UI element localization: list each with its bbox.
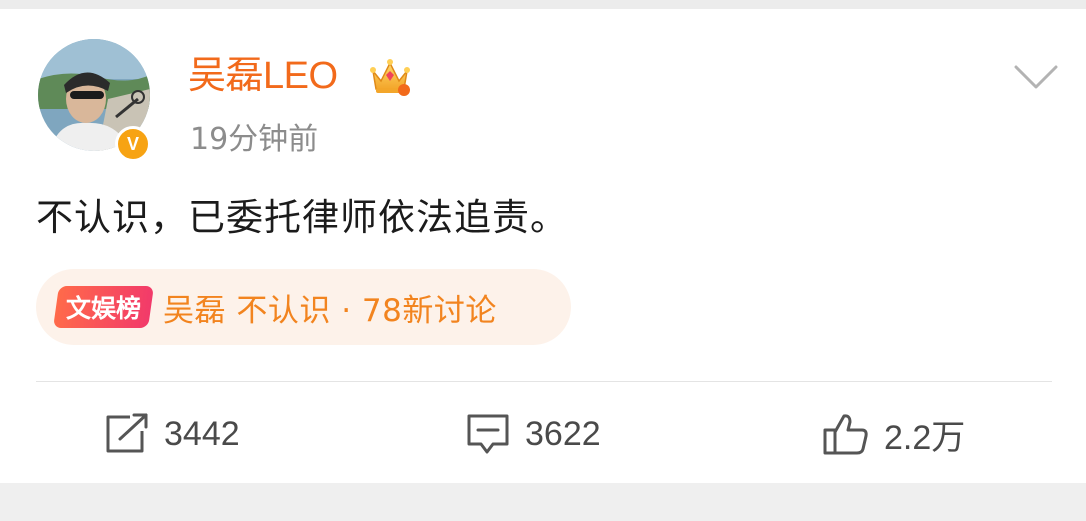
top-strip [0, 0, 1086, 9]
like-count: 2.2万 [884, 418, 966, 457]
verified-badge-letter: V [126, 134, 139, 154]
topic-text: 吴磊 不认识 · 78新讨论 [163, 292, 497, 329]
verified-v-badge: V [115, 126, 151, 162]
post-content: 不认识，已委托律师依法追责。 [36, 196, 568, 239]
comment-button[interactable]: 3622 [465, 408, 601, 460]
repost-count: 3442 [164, 414, 240, 453]
divider [36, 381, 1052, 382]
username[interactable]: 吴磊LEO [188, 52, 338, 100]
chevron-down-icon[interactable] [1013, 63, 1059, 93]
topic-tag: 文娱榜 [53, 286, 154, 328]
comment-count: 3622 [525, 414, 601, 453]
comment-icon [467, 414, 509, 454]
topic-link[interactable]: 文娱榜 吴磊 不认识 · 78新讨论 [36, 269, 571, 345]
topic-tag-label: 文娱榜 [66, 294, 142, 323]
post-timestamp: 19分钟前 [190, 122, 319, 157]
repost-icon [106, 413, 148, 453]
crown-icon[interactable] [369, 57, 411, 97]
thumbs-up-icon [823, 414, 868, 455]
repost-button[interactable]: 3442 [104, 408, 240, 460]
bottom-strip [0, 483, 1086, 521]
like-button[interactable]: 2.2万 [822, 408, 965, 460]
